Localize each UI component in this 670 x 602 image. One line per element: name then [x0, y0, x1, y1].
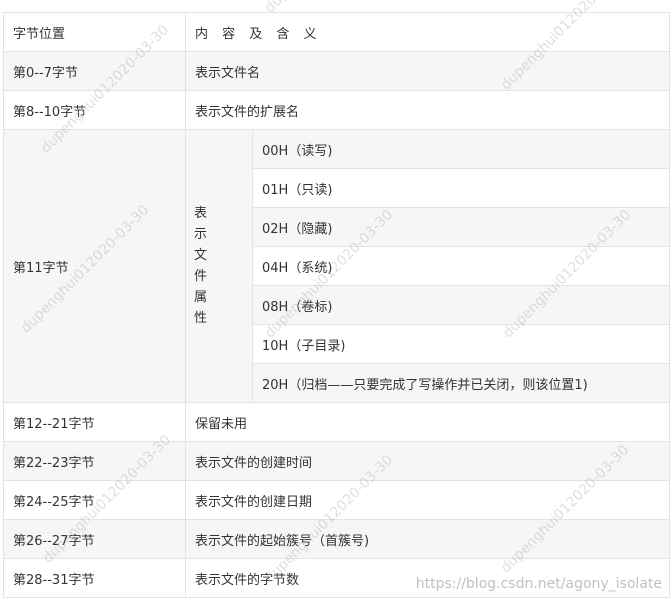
attribute-value-cell: 01H（只读) [252, 168, 670, 208]
byte-position-cell: 第28--31字节 [3, 558, 186, 598]
attribute-description-cell: 表示文件属性 [185, 129, 253, 403]
byte-position-cell: 第24--25字节 [3, 480, 186, 520]
attribute-row: 第11字节 表示文件属性 00H（读写) [3, 129, 670, 403]
attribute-value-cell: 02H（隐藏) [252, 207, 670, 247]
table-row: 第26--27字节 表示文件的起始簇号（首簇号) [3, 519, 670, 559]
meaning-cell: 表示文件名 [185, 51, 670, 91]
meaning-cell: 保留未用 [185, 402, 670, 442]
byte-position-cell: 第11字节 [3, 129, 186, 403]
byte-position-cell: 第26--27字节 [3, 519, 186, 559]
table-row: 第22--23字节 表示文件的创建时间 [3, 441, 670, 481]
attribute-value-cell: 10H（子目录) [252, 324, 670, 364]
attribute-value-cell: 20H（归档——只要完成了写操作并已关闭，则该位置1) [252, 363, 670, 403]
attribute-value-cell: 04H（系统) [252, 246, 670, 286]
byte-position-cell: 第0--7字节 [3, 51, 186, 91]
attribute-value-cell: 08H（卷标) [252, 285, 670, 325]
table-row: 第24--25字节 表示文件的创建日期 [3, 480, 670, 520]
csdn-source-watermark: https://blog.csdn.net/agony_isolate [415, 576, 662, 592]
fat-directory-entry-table: 字节位置 内 容 及 含 义 第0--7字节 表示文件名 第8--10字节 表示… [3, 12, 670, 598]
table-row: 第12--21字节 保留未用 [3, 402, 670, 442]
meaning-cell: 表示文件的起始簇号（首簇号) [185, 519, 670, 559]
meaning-cell: 表示文件的创建时间 [185, 441, 670, 481]
meaning-cell: 表示文件的创建日期 [185, 480, 670, 520]
table-header-row: 字节位置 内 容 及 含 义 [3, 12, 670, 52]
attribute-description-text: 表示文件属性 [194, 206, 208, 326]
byte-position-cell: 第22--23字节 [3, 441, 186, 481]
byte-position-cell: 第8--10字节 [3, 90, 186, 130]
table-row: 第8--10字节 表示文件的扩展名 [3, 90, 670, 130]
attribute-value-cell: 00H（读写) [252, 129, 670, 169]
table-row: 第0--7字节 表示文件名 [3, 51, 670, 91]
meaning-cell: 表示文件的扩展名 [185, 90, 670, 130]
header-content-meaning: 内 容 及 含 义 [185, 12, 670, 52]
byte-position-cell: 第12--21字节 [3, 402, 186, 442]
header-byte-position: 字节位置 [3, 12, 186, 52]
